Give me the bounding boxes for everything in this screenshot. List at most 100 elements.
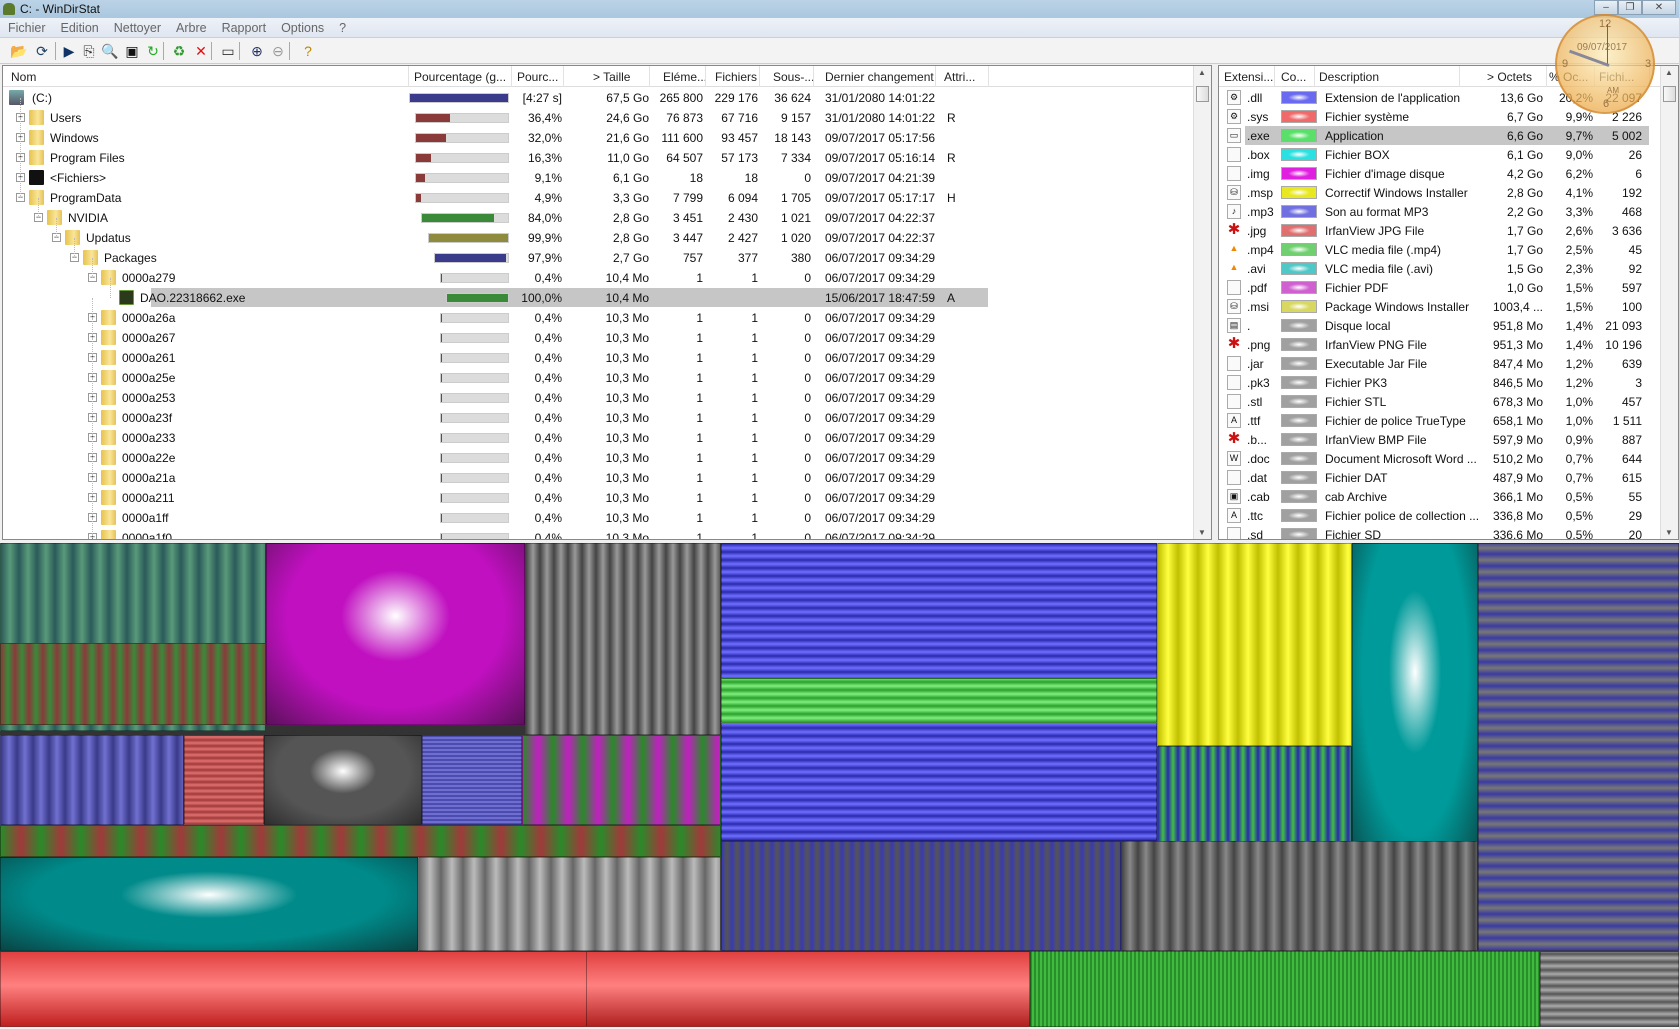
tree-row[interactable]: − Packages 97,9% 2,7 Go 757 377 380 06/07/2017 … (3, 238, 1193, 268)
column-divider[interactable] (935, 66, 936, 87)
extension-row[interactable]: A .ttf Fichier de police TrueType 658,1 Mo 1… (1219, 411, 1659, 431)
treemap-block-exe[interactable] (1030, 951, 1540, 1027)
treemap-block-mixed[interactable] (418, 857, 721, 951)
extension-row[interactable]: .pdf Fichier PDF 1,0 Go 1,5% 597 (1219, 278, 1659, 298)
column-divider[interactable] (511, 66, 512, 87)
column-header[interactable]: Pourcentage (g... (414, 70, 506, 84)
treemap-block-gray[interactable] (1540, 951, 1679, 1027)
treemap-block-mixed[interactable] (522, 735, 721, 825)
extension-row[interactable]: A .ttc Fichier police de collection ... 336… (1219, 506, 1659, 526)
column-divider[interactable] (408, 66, 409, 87)
column-header[interactable]: Fichiers (715, 70, 757, 84)
treemap-block-mp3[interactable] (0, 735, 184, 825)
extension-row[interactable]: .jar Executable Jar File 847,4 Mo 1,2% 639 (1219, 354, 1659, 374)
extension-row[interactable]: .pk3 Fichier PK3 846,5 Mo 1,2% 3 (1219, 373, 1659, 393)
extension-row[interactable]: ✱ .b... IrfanView BMP File 597,9 Mo 0,9% 887 (1219, 430, 1659, 450)
treemap-block-mixed[interactable] (1478, 543, 1679, 951)
zoom-in-icon[interactable]: ⊕ (248, 42, 266, 60)
treemap-block-jpg[interactable] (184, 735, 264, 825)
column-header[interactable]: Co... (1281, 70, 1306, 84)
new-folder-icon[interactable]: ▭ (219, 42, 237, 60)
column-header[interactable]: > Taille (593, 70, 630, 84)
command-prompt-icon[interactable]: ▣ (123, 42, 141, 60)
column-header[interactable]: Extensi... (1224, 70, 1273, 84)
column-header[interactable]: Description (1319, 70, 1379, 84)
close-button[interactable]: ✕ (1642, 0, 1676, 15)
open-icon[interactable]: 📂 (10, 42, 28, 60)
column-divider[interactable] (705, 66, 706, 87)
column-divider[interactable] (1314, 66, 1315, 87)
maximize-button[interactable]: ❐ (1618, 0, 1642, 15)
column-divider[interactable] (813, 66, 814, 87)
column-divider[interactable] (1459, 66, 1460, 87)
column-divider[interactable] (1274, 66, 1275, 87)
menu-edition[interactable]: Edition (53, 18, 106, 35)
tree-row[interactable]: + Windows 32,0% 21,6 Go 111 600 93 457 18 143 0… (3, 118, 1193, 148)
tree-row[interactable]: +0000a233 0,4% 10,3 Mo 1 1 0 06/07/2017 09:34:… (3, 418, 1193, 448)
refresh-icon[interactable]: ⟳ (33, 42, 51, 60)
tree-row[interactable]: − Updatus 99,9% 2,8 Go 3 447 2 427 1 020 09/07/… (3, 218, 1193, 248)
tree-row[interactable]: +0000a267 0,4% 10,3 Mo 1 1 0 06/07/2017 09:34:… (3, 318, 1193, 348)
extension-row[interactable]: ▣ .cab cab Archive 366,1 Mo 0,5% 55 (1219, 487, 1659, 507)
tree-row[interactable]: +0000a253 0,4% 10,3 Mo 1 1 0 06/07/2017 09:34:… (3, 378, 1193, 408)
tree-row[interactable]: + Users 36,4% 24,6 Go 76 873 67 716 9 157 31/01… (3, 98, 1193, 128)
extension-row[interactable]: ▲ .mp4 VLC media file (.mp4) 1,7 Go 2,5% 45 (1219, 240, 1659, 260)
column-header[interactable]: > Octets (1487, 70, 1532, 84)
tree-row[interactable]: +0000a22e 0,4% 10,3 Mo 1 1 0 06/07/2017 09:34:… (3, 438, 1193, 468)
treemap[interactable] (0, 543, 1679, 1027)
treemap-block-mixed[interactable] (0, 643, 266, 725)
refresh-selected-icon[interactable]: ↻ (144, 42, 162, 60)
extension-row[interactable]: ♪ .mp3 Son au format MP3 2,2 Go 3,3% 468 (1219, 202, 1659, 222)
column-header[interactable]: Pourc... (517, 70, 558, 84)
column-header[interactable]: Sous-... (773, 70, 814, 84)
column-divider[interactable] (1546, 66, 1547, 87)
menu-rapport[interactable]: Rapport (214, 18, 273, 35)
tree-row[interactable]: +0000a23f 0,4% 10,3 Mo 1 1 0 06/07/2017 09:34:… (3, 398, 1193, 428)
menu-help[interactable]: ? (331, 18, 353, 35)
extension-row[interactable]: ▤. Disque local 951,8 Mo 1,4% 21 093 (1219, 316, 1659, 336)
extension-row[interactable]: .box Fichier BOX 6,1 Go 9,0% 26 (1219, 145, 1659, 165)
tree-row[interactable]: (C:) [4:27 s] 67,5 Go 265 800 229 176 36 624 3… (3, 88, 1193, 108)
treemap-block-gray[interactable] (264, 735, 422, 825)
tree-row[interactable]: + <Fichiers> 9,1% 6,1 Go 18 18 0 09/07/2017 04:… (3, 158, 1193, 188)
column-header[interactable]: Attri... (944, 70, 975, 84)
extension-row[interactable]: ⛁ .msp Correctif Windows Installer 2,8 Go 4,… (1219, 183, 1659, 203)
treemap-block-gray[interactable] (1121, 841, 1478, 951)
treemap-block-box[interactable] (1352, 543, 1478, 865)
treemap-block-avi[interactable] (0, 857, 418, 951)
tree-row[interactable]: + Program Files 16,3% 11,0 Go 64 507 57 173 7 … (3, 138, 1193, 168)
treemap-block-mixed[interactable] (1157, 746, 1352, 843)
delete-icon[interactable]: ✕ (192, 42, 210, 60)
column-divider[interactable] (649, 66, 650, 87)
extension-row[interactable]: ✱ .png IrfanView PNG File 951,3 Mo 1,4% 10 19… (1219, 335, 1659, 355)
tree-row[interactable]: DAO.22318662.exe 100,0% 10,4 Mo 15/06/2017 … (3, 278, 1193, 308)
extension-row[interactable]: ✱ .jpg IrfanView JPG File 1,7 Go 2,6% 3 636 (1219, 221, 1659, 241)
extension-row[interactable]: ⛁ .msi Package Windows Installer 1003,4 ...… (1219, 297, 1659, 317)
column-header[interactable]: Eléme... (663, 70, 707, 84)
extension-row[interactable]: .dat Fichier DAT 487,9 Mo 0,7% 615 (1219, 468, 1659, 488)
copy-icon[interactable]: ⎘ (80, 42, 98, 60)
tree-row[interactable]: +0000a261 0,4% 10,3 Mo 1 1 0 06/07/2017 09:34:… (3, 338, 1193, 368)
tree-scrollbar[interactable]: ▲ ▼ (1193, 66, 1211, 539)
treemap-block-img[interactable] (266, 543, 525, 725)
menu-arbre[interactable]: Arbre (168, 18, 214, 35)
tree-row[interactable]: −0000a279 0,4% 10,4 Mo 1 1 0 06/07/2017 09:34:… (3, 258, 1193, 288)
play-icon[interactable]: ▶ (60, 42, 78, 60)
extension-row[interactable]: ▲ .avi VLC media file (.avi) 1,5 Go 2,3% 92 (1219, 259, 1659, 279)
minimize-button[interactable]: – (1594, 0, 1618, 15)
treemap-block-mp3[interactable] (422, 735, 522, 825)
extension-row[interactable]: ▭ .exe Application 6,6 Go 9,7% 5 002 (1219, 126, 1659, 146)
tree-row[interactable]: +0000a1f0 0,4% 10,3 Mo 1 1 0 06/07/2017 09:34:… (3, 518, 1193, 539)
menu-nettoyer[interactable]: Nettoyer (106, 18, 168, 35)
tree-row[interactable]: +0000a211 0,4% 10,3 Mo 1 1 0 06/07/2017 09:34:… (3, 478, 1193, 508)
help-icon[interactable]: ? (299, 42, 317, 60)
extension-row[interactable]: .sd Fichier SD 336,6 Mo 0,5% 20 (1219, 525, 1659, 539)
extension-row[interactable]: .stl Fichier STL 678,3 Mo 1,0% 457 (1219, 392, 1659, 412)
extension-row[interactable]: .img Fichier d'image disque 4,2 Go 6,2% 6 (1219, 164, 1659, 184)
treemap-block-mixed[interactable] (0, 825, 721, 857)
treemap-block-gray[interactable] (525, 543, 721, 735)
column-divider[interactable] (759, 66, 760, 87)
tree-row[interactable]: +0000a1ff 0,4% 10,3 Mo 1 1 0 06/07/2017 09:34:… (3, 498, 1193, 528)
column-header[interactable]: Dernier changement (825, 70, 934, 84)
extension-row[interactable]: W .doc Document Microsoft Word ... 510,2 Mo… (1219, 449, 1659, 469)
